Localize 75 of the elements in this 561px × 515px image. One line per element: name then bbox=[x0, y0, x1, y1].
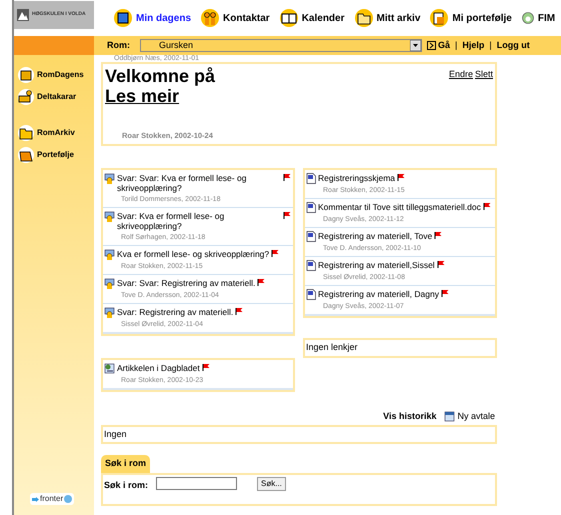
search-tab[interactable]: Søk i rom bbox=[101, 455, 150, 472]
item-title-link[interactable]: Artikkelen i Dagbladet bbox=[117, 363, 200, 373]
speech-person-icon bbox=[104, 278, 115, 289]
badge-icon bbox=[64, 495, 72, 503]
flag-icon bbox=[283, 211, 292, 219]
mountain-icon bbox=[17, 9, 29, 21]
flag-icon bbox=[436, 260, 446, 268]
flag-icon bbox=[257, 278, 266, 286]
item-title-link[interactable]: Svar: Registrering av materiell. bbox=[117, 307, 234, 317]
search-field[interactable] bbox=[156, 476, 238, 490]
folder-icon bbox=[18, 125, 34, 141]
item-title-link[interactable]: Svar: Svar: Registrering av materiell. bbox=[117, 278, 256, 288]
sidebar-link[interactable]: Deltakarar bbox=[18, 89, 94, 105]
flag-icon bbox=[202, 363, 211, 371]
speech-person-icon bbox=[104, 307, 115, 318]
item-title-link[interactable]: Registrering av materiell, Tove bbox=[318, 231, 432, 241]
new-appointment-link[interactable]: Ny avtale bbox=[444, 410, 495, 424]
go-link[interactable]: Gå bbox=[438, 38, 450, 52]
history-link[interactable]: Vis historikk bbox=[383, 410, 436, 424]
document-icon bbox=[306, 173, 316, 184]
room-label: Rom: bbox=[107, 38, 130, 52]
action-link[interactable]: Slett bbox=[474, 68, 493, 82]
room-dropdown[interactable]: Gursken bbox=[140, 39, 422, 52]
sidebar-link[interactable]: RomDagens bbox=[18, 67, 94, 83]
empty-links-text: Ingen lenkjer bbox=[303, 338, 497, 358]
separator-text: | bbox=[455, 38, 458, 52]
portfolio-icon bbox=[18, 147, 34, 163]
flag-icon bbox=[235, 307, 244, 315]
item-title-link[interactable]: Kva er formell lese- og skriveopplæring? bbox=[117, 249, 270, 259]
item-title-link[interactable]: Svar: Kva er formell lese- og skriveopplæring? bbox=[117, 211, 281, 231]
flag-icon bbox=[271, 249, 280, 257]
newspaper-icon bbox=[104, 363, 115, 374]
header-link[interactable]: Logg ut bbox=[496, 38, 530, 52]
search-button[interactable]: Søk... bbox=[257, 476, 286, 490]
item-title-link[interactable]: Svar: Svar: Kva er formell lese- og skriveopplæring? bbox=[117, 173, 281, 193]
go-arrow-icon bbox=[427, 41, 436, 50]
item-title-link[interactable]: Registrering av materiell, Dagny bbox=[318, 289, 439, 299]
read-more-link[interactable]: Les meir bbox=[105, 86, 180, 106]
sidebar-link[interactable]: RomArkiv bbox=[18, 125, 94, 141]
empty-calendar-text: Ingen bbox=[101, 424, 497, 444]
announcement-title: Velkomne på bbox=[105, 66, 216, 86]
nav-link[interactable]: Mi portefølje bbox=[430, 9, 512, 27]
flag-icon bbox=[440, 289, 450, 297]
portfolio-icon bbox=[430, 9, 448, 27]
document-icon bbox=[306, 231, 316, 242]
people-icon bbox=[201, 9, 220, 27]
header-link[interactable]: Hjelp bbox=[462, 38, 484, 52]
item-title-link[interactable]: Registrering av materiell,Sissel bbox=[318, 260, 435, 270]
separator-text: | bbox=[489, 38, 492, 52]
dropdown-arrow-icon bbox=[410, 40, 421, 51]
box-icon bbox=[18, 67, 34, 83]
item-title-link[interactable]: Kommentar til Tove sitt tilleggsmateriell.doc bbox=[318, 202, 481, 212]
document-icon bbox=[306, 260, 316, 271]
document-icon bbox=[306, 202, 316, 213]
item-title-link[interactable]: Registreringsskjema bbox=[318, 173, 395, 183]
nav-link[interactable]: FIM bbox=[522, 10, 556, 26]
flag-icon bbox=[482, 202, 492, 210]
speech-person-icon bbox=[104, 211, 115, 222]
document-icon bbox=[306, 289, 316, 300]
fronter-logo: fronter bbox=[30, 493, 74, 505]
flag-icon bbox=[434, 231, 444, 239]
person-icon bbox=[18, 89, 34, 105]
nav-link[interactable]: Min dagens bbox=[114, 9, 192, 27]
action-link[interactable]: Endre bbox=[448, 68, 473, 82]
search-label: Søk i rom: bbox=[104, 478, 148, 492]
nav-link[interactable]: Mitt arkiv bbox=[354, 9, 420, 27]
speech-person-icon bbox=[104, 173, 115, 184]
flag-icon bbox=[397, 173, 406, 181]
arrow-icon bbox=[32, 496, 39, 502]
folder-icon bbox=[354, 9, 372, 27]
nav-link[interactable]: Kontaktar bbox=[201, 9, 270, 27]
speech-person-icon bbox=[104, 249, 115, 260]
flag-icon bbox=[283, 173, 292, 181]
sidebar-link[interactable]: Portefølje bbox=[18, 147, 94, 163]
nav-link[interactable]: Kalender bbox=[280, 9, 344, 27]
